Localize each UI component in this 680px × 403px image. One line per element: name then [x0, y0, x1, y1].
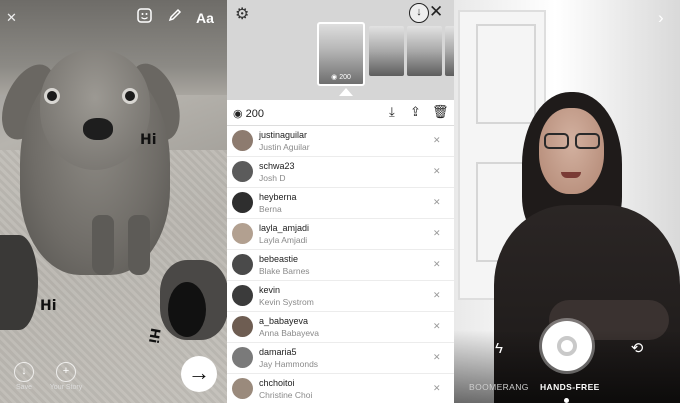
viewer-row[interactable]: damaria5 Jay Hammonds ✕ — [227, 343, 454, 374]
views-bar: ◉ 200 ⤓ ⇪ 🗑 — [227, 100, 454, 126]
selected-caret — [339, 88, 353, 96]
viewer-name: Kevin Systrom — [259, 297, 314, 307]
viewer-row[interactable]: heyberna Berna ✕ — [227, 188, 454, 219]
avatar — [232, 192, 253, 213]
viewer-name: Blake Barnes — [259, 266, 310, 276]
hi-sticker[interactable]: Hi — [140, 132, 157, 148]
viewer-name: Jay Hammonds — [259, 359, 319, 369]
viewer-row[interactable]: layla_amjadi Layla Amjadi ✕ — [227, 219, 454, 250]
viewer-row[interactable]: justinaguilar Justin Aguilar ✕ — [227, 126, 454, 157]
avatar — [232, 223, 253, 244]
story-thumbnails-bar: ⚙ ↓ ✕ ◉ 200 — [227, 0, 454, 100]
flash-icon[interactable]: ϟ — [488, 338, 510, 360]
dog-eye — [122, 88, 138, 104]
glasses — [542, 133, 602, 149]
text-tool-button[interactable]: Aa — [196, 8, 214, 28]
avatar — [232, 378, 253, 399]
active-mode-indicator — [564, 398, 569, 403]
avatar — [232, 347, 253, 368]
hide-viewer-icon[interactable]: ✕ — [433, 352, 441, 363]
close-icon[interactable]: ✕ — [429, 2, 443, 22]
viewer-row[interactable]: bebeastie Blake Barnes ✕ — [227, 250, 454, 281]
dog-head — [40, 50, 150, 170]
mouth — [561, 172, 581, 178]
flip-camera-icon[interactable]: ⟲ — [626, 338, 648, 360]
viewer-username: kevin — [259, 285, 281, 295]
avatar — [232, 285, 253, 306]
add-story-icon: + — [56, 362, 76, 382]
hide-viewer-icon[interactable]: ✕ — [433, 259, 441, 270]
hide-viewer-icon[interactable]: ✕ — [433, 383, 441, 394]
save-button[interactable]: ↓ Save — [10, 362, 38, 391]
your-story-button[interactable]: + Your Story — [46, 362, 86, 391]
story-thumbnail[interactable] — [445, 26, 454, 76]
gear-icon[interactable]: ⚙ — [235, 4, 249, 24]
thumbnail-view-count: ◉ 200 — [331, 74, 351, 81]
save-label: Save — [16, 384, 32, 391]
trash-icon[interactable]: 🗑 — [432, 104, 449, 120]
dog-leg — [92, 215, 114, 275]
viewer-name: Josh D — [259, 173, 286, 183]
viewer-name: Justin Aguilar — [259, 142, 310, 152]
avatar — [232, 130, 253, 151]
download-icon: ↓ — [14, 362, 34, 382]
viewer-name: Berna — [259, 204, 282, 214]
viewer-name: Anna Babayeva — [259, 328, 320, 338]
hide-viewer-icon[interactable]: ✕ — [433, 290, 441, 301]
viewer-row[interactable]: kevin Kevin Systrom ✕ — [227, 281, 454, 312]
second-dog — [0, 235, 38, 330]
viewer-username: justinaguilar — [259, 130, 308, 140]
avatar — [232, 316, 253, 337]
camera-panel: › ϟ ⟲ BOOMERANG HANDS-FREE — [454, 0, 680, 403]
viewer-username: a_babayeva — [259, 316, 309, 326]
share-icon[interactable]: ⇪ — [410, 104, 421, 120]
hide-viewer-icon[interactable]: ✕ — [433, 166, 441, 177]
viewer-username: layla_amjadi — [259, 223, 310, 233]
hide-viewer-icon[interactable]: ✕ — [433, 228, 441, 239]
dog-leg — [128, 215, 150, 275]
viewer-username: chchoitoi — [259, 378, 295, 388]
story-thumbnail-selected[interactable]: ◉ 200 — [317, 22, 365, 86]
hi-sticker[interactable]: Hi — [145, 327, 162, 345]
viewers-panel: ⚙ ↓ ✕ ◉ 200 ◉ 200 ⤓ ⇪ 🗑 justinaguilar Ju… — [227, 0, 454, 403]
story-thumbnail[interactable] — [369, 26, 404, 76]
download-circle-icon[interactable]: ↓ — [409, 3, 429, 23]
viewer-username: schwa23 — [259, 161, 295, 171]
mode-boomerang[interactable]: BOOMERANG — [469, 382, 529, 392]
download-icon[interactable]: ⤓ — [389, 104, 395, 120]
mode-hands-free[interactable]: HANDS-FREE — [540, 382, 600, 392]
view-count: ◉ 200 — [233, 108, 265, 120]
pen-icon[interactable] — [168, 8, 182, 28]
viewer-row[interactable]: schwa23 Josh D ✕ — [227, 157, 454, 188]
viewer-username: damaria5 — [259, 347, 297, 357]
viewer-username: heyberna — [259, 192, 297, 202]
viewer-name: Christine Choi — [259, 390, 313, 400]
third-dog-face — [168, 282, 206, 337]
avatar — [232, 254, 253, 275]
chevron-right-icon[interactable]: › — [658, 8, 664, 28]
next-button[interactable]: → — [181, 356, 217, 392]
hide-viewer-icon[interactable]: ✕ — [433, 321, 441, 332]
hide-viewer-icon[interactable]: ✕ — [433, 135, 441, 146]
dog-nose — [83, 118, 113, 140]
viewer-list: justinaguilar Justin Aguilar ✕ schwa23 J… — [227, 126, 454, 403]
viewer-name: Layla Amjadi — [259, 235, 308, 245]
your-story-label: Your Story — [49, 384, 83, 391]
sticker-icon[interactable] — [137, 8, 152, 29]
story-editor-panel: Hi Hi Hi ✕ Aa ↓ Save + Your Story → — [0, 0, 227, 403]
door-panel — [476, 24, 536, 124]
shutter-core — [557, 336, 577, 356]
hi-sticker[interactable]: Hi — [40, 298, 57, 314]
avatar — [232, 161, 253, 182]
viewer-row[interactable]: a_babayeva Anna Babayeva ✕ — [227, 312, 454, 343]
story-thumbnail[interactable] — [407, 26, 442, 76]
hide-viewer-icon[interactable]: ✕ — [433, 197, 441, 208]
close-icon[interactable]: ✕ — [6, 8, 17, 28]
viewer-username: bebeastie — [259, 254, 299, 264]
viewer-row[interactable]: chchoitoi Christine Choi ✕ — [227, 374, 454, 403]
shutter-button[interactable] — [542, 321, 592, 371]
dog-eye — [44, 88, 60, 104]
person-face — [539, 108, 604, 194]
